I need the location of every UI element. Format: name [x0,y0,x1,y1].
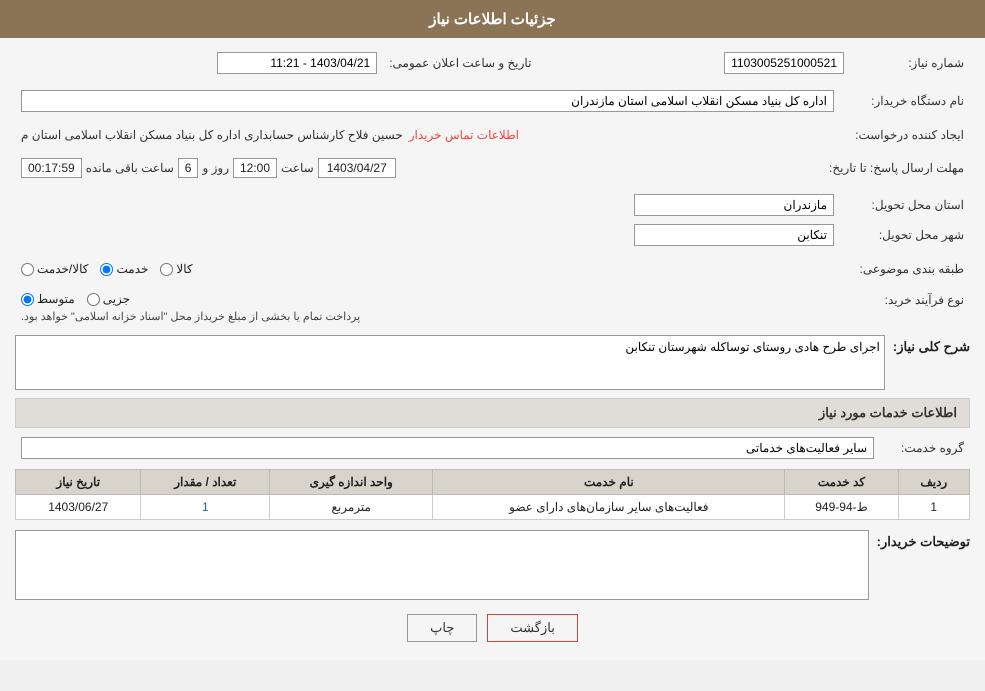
purchase-type-radio-jozii[interactable] [87,293,100,306]
services-table: ردیف کد خدمت نام خدمت واحد اندازه گیری ت… [15,469,970,520]
creator-contact-link[interactable]: اطلاعات تماس خریدار [409,128,519,142]
col-rownum: ردیف [898,470,969,495]
info-table-2: نام دستگاه خریدار: [15,86,970,116]
cell-service-code: ط-94-949 [785,495,898,520]
back-button[interactable]: بازگشت [487,614,577,642]
main-content: شماره نیاز: تاریخ و ساعت اعلان عمومی: نا… [0,38,985,660]
buyer-org-label: نام دستگاه خریدار: [840,86,970,116]
page-title: جزئیات اطلاعات نیاز [429,11,556,28]
col-date: تاریخ نیاز [16,470,141,495]
announce-datetime-label: تاریخ و ساعت اعلان عمومی: [383,48,537,78]
creator-value: حسین فلاح کارشناس حسابداری اداره کل بنیا… [21,128,403,142]
need-number-cell [567,48,850,78]
col-service-code: کد خدمت [785,470,898,495]
service-group-label: گروه خدمت: [880,433,970,463]
purchase-type-radio-motavasset[interactable] [21,293,34,306]
subject-radio-kala[interactable] [160,263,173,276]
purchase-type-radio-group: متوسط جزیی [21,292,130,306]
deadline-remaining: 00:17:59 [21,158,82,178]
delivery-province-cell [15,190,840,220]
creator-label: ایجاد کننده درخواست: [840,124,970,146]
service-group-input [21,437,874,459]
need-desc-row: شرح کلی نیاز: اجرای طرح هادی روستای توسا… [15,335,970,390]
deadline-time: 12:00 [233,158,277,178]
print-button[interactable]: چاپ [407,614,477,642]
cell-rownum: 1 [898,495,969,520]
cell-service-name: فعالیت‌های سایر سازمان‌های دارای عضو [433,495,785,520]
buyer-notes-section: توضیحات خریدار: [15,530,970,600]
info-table-1: شماره نیاز: تاریخ و ساعت اعلان عمومی: [15,48,970,78]
need-number-label: شماره نیاز: [850,48,970,78]
info-table-7: نوع فرآیند خرید: متوسط جزیی [15,288,970,327]
subject-radio-khedmat[interactable] [100,263,113,276]
purchase-type-option-jozii[interactable]: جزیی [87,292,130,306]
need-desc-label: شرح کلی نیاز: [893,335,970,355]
col-unit: واحد اندازه گیری [270,470,433,495]
page-header: جزئیات اطلاعات نیاز [0,0,985,38]
delivery-province-label: استان محل تحویل: [840,190,970,220]
deadline-date: 1403/04/27 [318,158,396,178]
cell-unit: مترمربع [270,495,433,520]
purchase-type-jozii-label: جزیی [103,292,130,306]
buyer-notes-textarea[interactable] [15,530,869,600]
info-table-3: ایجاد کننده درخواست: حسین فلاح کارشناس ح… [15,124,970,146]
subject-label: طبقه بندی موضوعی: [840,258,970,280]
info-table-6: طبقه بندی موضوعی: کالا/خدمت خدمت کالا [15,258,970,280]
subject-radio-kala-khedmat[interactable] [21,263,34,276]
buyer-notes-label: توضیحات خریدار: [877,530,970,550]
need-number-input [724,52,844,74]
subject-cell: کالا/خدمت خدمت کالا [15,258,840,280]
table-row: 1 ط-94-949 فعالیت‌های سایر سازمان‌های دا… [16,495,970,520]
subject-option-khedmat-label: خدمت [116,262,148,276]
purchase-type-cell: متوسط جزیی پرداخت تمام یا بخشی از مبلغ خ… [15,288,840,327]
col-quantity: تعداد / مقدار [141,470,270,495]
deadline-label: مهلت ارسال پاسخ: تا تاریخ: [823,154,970,182]
purchase-type-label: نوع فرآیند خرید: [840,288,970,327]
purchase-type-motavasset-label: متوسط [37,292,75,306]
purchase-type-note: پرداخت تمام یا بخشی از مبلغ خریداز محل "… [21,310,360,323]
deadline-days: 6 [178,158,199,178]
creator-cell: حسین فلاح کارشناس حسابداری اداره کل بنیا… [15,124,840,146]
announce-datetime-cell [15,48,383,78]
deadline-remaining-label: ساعت باقی مانده [86,161,174,175]
buyer-org-cell [15,86,840,116]
service-group-table: گروه خدمت: [15,433,970,463]
service-group-cell [15,433,880,463]
purchase-type-option-motavasset[interactable]: متوسط [21,292,75,306]
bottom-buttons: بازگشت چاپ [15,614,970,642]
delivery-province-input [634,194,834,216]
services-section-header: اطلاعات خدمات مورد نیاز [15,398,970,428]
subject-option-khedmat[interactable]: خدمت [100,262,148,276]
deadline-time-label: ساعت [281,161,314,175]
deadline-day-label: روز و [202,161,229,175]
info-table-4: مهلت ارسال پاسخ: تا تاریخ: 00:17:59 ساعت… [15,154,970,182]
subject-option-kala[interactable]: کالا [160,262,192,276]
subject-option-kala-label: کالا [176,262,192,276]
info-table-5: استان محل تحویل: شهر محل تحویل: [15,190,970,250]
page-wrapper: جزئیات اطلاعات نیاز شماره نیاز: تاریخ و … [0,0,985,691]
deadline-cell: 00:17:59 ساعت باقی مانده 6 روز و 12:00 س… [15,154,823,182]
cell-date: 1403/06/27 [16,495,141,520]
subject-option-kala-khedmat[interactable]: کالا/خدمت [21,262,88,276]
col-service-name: نام خدمت [433,470,785,495]
delivery-city-label: شهر محل تحویل: [840,220,970,250]
cell-quantity: 1 [141,495,270,520]
subject-option-kala-khedmat-label: کالا/خدمت [37,262,88,276]
buyer-org-input [21,90,834,112]
announce-datetime-input [217,52,377,74]
delivery-city-input [634,224,834,246]
delivery-city-cell [15,220,840,250]
need-desc-textarea[interactable]: اجرای طرح هادی روستای توساکله شهرستان تن… [15,335,885,390]
